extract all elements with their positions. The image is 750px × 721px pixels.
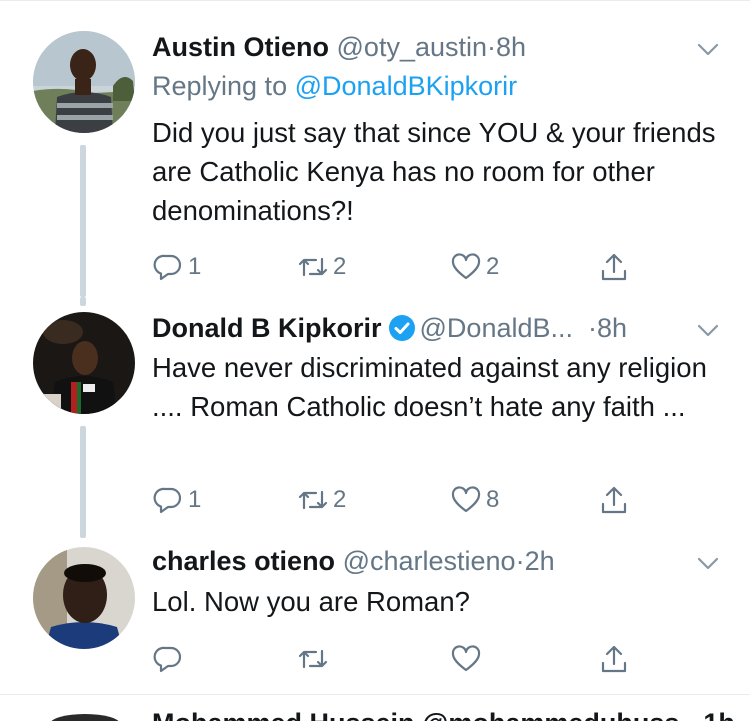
- bottom-divider: [0, 694, 750, 695]
- tweet-header: Austin Otieno @oty_austin·8h: [152, 30, 526, 64]
- tweet-text: Lol. Now you are Roman?: [152, 586, 470, 617]
- retweet-icon: [298, 490, 328, 510]
- tweet-header: Donald B Kipkorir @DonaldB... ·8h: [152, 311, 627, 345]
- share-icon: [601, 645, 627, 673]
- reply-icon: [153, 646, 182, 673]
- share-button[interactable]: [598, 641, 630, 677]
- separator-dot: ·: [588, 313, 598, 343]
- tweet-2[interactable]: Donald B Kipkorir @DonaldB... ·8h Have ne…: [0, 297, 750, 538]
- tweet-3[interactable]: charles otieno @charlestieno·2h Lol. Now…: [0, 543, 750, 693]
- tweet-actions: 1 2 2: [152, 249, 642, 285]
- tweet-1[interactable]: Austin Otieno @oty_austin·8h Replying to…: [0, 27, 750, 297]
- reply-count: 1: [188, 486, 202, 513]
- heart-icon: [451, 645, 481, 672]
- like-button[interactable]: 8: [450, 482, 499, 518]
- avatar-austin-otieno[interactable]: [33, 31, 135, 133]
- reply-button[interactable]: 1: [152, 482, 201, 518]
- avatar-donald-b-kipkorir[interactable]: [33, 312, 135, 414]
- chevron-down-icon[interactable]: [696, 318, 720, 342]
- like-count: 8: [486, 486, 500, 513]
- retweet-icon: [298, 257, 328, 277]
- share-icon: [601, 253, 627, 281]
- author-handle[interactable]: @DonaldB...: [420, 313, 573, 343]
- share-button[interactable]: [598, 249, 630, 285]
- replying-to-line: Replying to @DonaldBKipkorir: [152, 69, 517, 103]
- tweet-header: charles otieno @charlestieno·2h: [152, 544, 555, 578]
- author-name[interactable]: Austin Otieno: [152, 32, 329, 62]
- retweet-button[interactable]: 2: [297, 249, 346, 285]
- chevron-down-icon[interactable]: [696, 37, 720, 61]
- reply-button[interactable]: [152, 641, 188, 677]
- next-tweet-partial[interactable]: Mohammed Hussein @mohammeduhuss · 1h: [0, 708, 750, 721]
- chevron-down-icon[interactable]: [696, 551, 720, 575]
- reply-count: 1: [188, 253, 202, 280]
- retweet-button[interactable]: [297, 641, 333, 677]
- separator-dot: ·: [487, 32, 497, 62]
- author-handle[interactable]: @oty_austin: [337, 32, 488, 62]
- retweet-count: 2: [333, 253, 347, 280]
- avatar-partial: [50, 714, 120, 721]
- thread-line: [80, 297, 86, 306]
- tweet-text: Did you just say that since YOU & your f…: [152, 117, 716, 226]
- heart-icon: [451, 253, 481, 280]
- thread-line: [80, 145, 86, 297]
- tweet-time[interactable]: 8h: [597, 313, 627, 343]
- top-divider: [0, 0, 750, 1]
- tweet-actions: 1 2 8: [152, 482, 642, 518]
- retweet-button[interactable]: 2: [297, 482, 346, 518]
- retweet-icon: [298, 649, 328, 669]
- thread-line: [80, 426, 86, 538]
- heart-icon: [451, 486, 481, 513]
- next-tweet-header: Mohammed Hussein @mohammeduhuss · 1h: [152, 708, 735, 721]
- share-icon: [601, 486, 627, 514]
- verified-badge-icon: [388, 314, 416, 342]
- author-name[interactable]: Donald B Kipkorir: [152, 313, 382, 343]
- like-button[interactable]: 2: [450, 249, 499, 285]
- tweet-text: Have never discriminated against any rel…: [152, 352, 707, 422]
- tweet-time[interactable]: 8h: [496, 32, 526, 62]
- replying-to-link[interactable]: @DonaldBKipkorir: [295, 71, 518, 101]
- reply-button[interactable]: 1: [152, 249, 201, 285]
- avatar-charles-otieno[interactable]: [33, 547, 135, 649]
- share-button[interactable]: [598, 482, 630, 518]
- tweet-actions: [152, 641, 642, 677]
- tweet-time[interactable]: 2h: [525, 546, 555, 576]
- like-button[interactable]: [450, 641, 486, 677]
- reply-icon: [153, 254, 182, 281]
- reply-icon: [153, 487, 182, 514]
- replying-prefix: Replying to: [152, 71, 288, 101]
- retweet-count: 2: [333, 486, 347, 513]
- separator-dot: ·: [515, 546, 525, 576]
- author-name[interactable]: charles otieno: [152, 546, 335, 576]
- like-count: 2: [486, 253, 500, 280]
- author-handle[interactable]: @charlestieno: [343, 546, 516, 576]
